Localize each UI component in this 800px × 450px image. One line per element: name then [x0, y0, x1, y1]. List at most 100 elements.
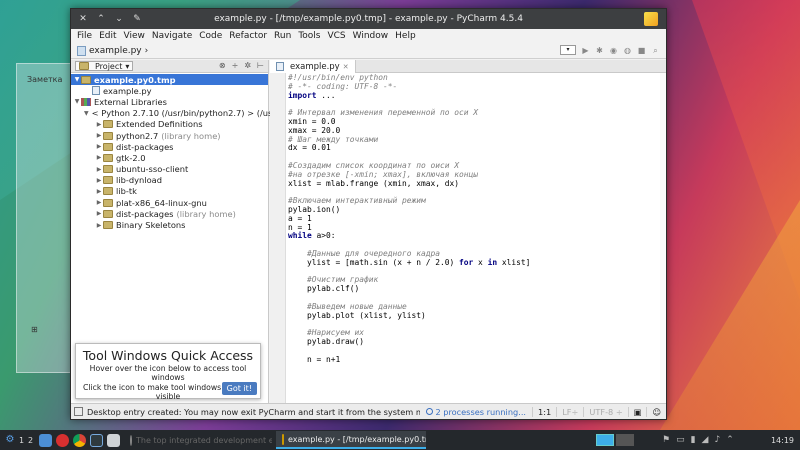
tool-windows-icon[interactable] — [74, 407, 83, 416]
chevron-up-icon[interactable]: ⌃ — [726, 435, 734, 445]
inspector-icon[interactable]: ☺ — [646, 406, 666, 417]
menu-code[interactable]: Code — [199, 31, 222, 41]
pager-desktop-1[interactable] — [596, 434, 614, 446]
tree-item[interactable]: ▶ dist-packages (library home) — [71, 208, 268, 219]
caret-position[interactable]: 1:1 — [532, 406, 556, 417]
clock[interactable]: 14:19 — [771, 436, 794, 445]
close-icon[interactable]: ✕ — [77, 13, 89, 25]
sync-icon[interactable]: ⊗ — [219, 61, 226, 70]
mail-icon[interactable] — [39, 433, 52, 447]
collapse-icon[interactable]: ÷ — [232, 61, 239, 70]
expand-arrow-icon[interactable]: ▼ — [73, 98, 81, 105]
profile-icon[interactable]: ◍ — [623, 46, 632, 55]
close-icon[interactable]: ✕ — [343, 63, 349, 71]
tree-item[interactable]: ▼ example.py0.tmp — [71, 74, 268, 86]
pager-desktop-2[interactable] — [616, 434, 634, 446]
desktop-note-widget[interactable]: Заметка ⊞ — [16, 63, 76, 373]
volume-icon[interactable]: ♪ — [714, 435, 720, 445]
menu-help[interactable]: Help — [395, 31, 416, 41]
processes-indicator[interactable]: 2 processes running... — [426, 407, 526, 417]
status-message[interactable]: Desktop entry created: You may now exit … — [87, 407, 420, 417]
kde-launcher-icon[interactable]: ⚙ — [3, 433, 17, 447]
search-icon[interactable]: ⌕ — [651, 46, 660, 55]
expand-arrow-icon[interactable]: ▶ — [95, 222, 103, 229]
wallpaper-shard — [660, 200, 800, 430]
tree-item-label: gtk-2.0 — [116, 152, 146, 163]
debug-icon[interactable]: ✱ — [595, 46, 604, 55]
tree-item[interactable]: ▶ ubuntu-sso-client — [71, 164, 268, 175]
project-tree: ▼ example.py0.tmp example.py ▼ External Libr… — [71, 73, 272, 231]
tree-item[interactable]: ▶ python2.7 (library home) — [71, 130, 268, 141]
code-area[interactable]: #!/usr/bin/env python # -*- coding: UTF-8… — [288, 73, 662, 364]
tree-item[interactable]: ▶ plat-x86_64-linux-gnu — [71, 197, 268, 208]
expand-arrow-icon[interactable]: ▶ — [95, 177, 103, 184]
menu-refactor[interactable]: Refactor — [229, 31, 267, 41]
display-icon[interactable]: ▭ — [676, 435, 685, 445]
tab-example-py[interactable]: example.py ✕ — [270, 60, 356, 73]
file-encoding[interactable]: UTF-8 ÷ — [583, 406, 627, 417]
menubar: File Edit View Navigate Code Refactor Run Tools… — [71, 29, 666, 43]
chevron-down-icon[interactable]: ⌄ — [113, 13, 125, 25]
breadcrumb[interactable]: example.py › — [77, 45, 148, 56]
taskbar-task-browser[interactable]: The top integrated development envi — [124, 431, 272, 449]
menu-vcs[interactable]: VCS — [327, 31, 345, 41]
expand-arrow-icon[interactable]: ▶ — [95, 143, 103, 150]
stop-icon[interactable]: ■ — [637, 46, 646, 55]
tree-item[interactable]: example.py — [71, 85, 268, 96]
pycharm-logo-icon — [282, 433, 284, 445]
run-config-dropdown[interactable]: ▾ — [560, 45, 576, 55]
taskbar-task-pycharm[interactable]: example.py - [/tmp/example.py0.tmp] — [276, 431, 426, 449]
pycharm-icon[interactable] — [90, 433, 103, 447]
menu-run[interactable]: Run — [274, 31, 291, 41]
clipboard-icon[interactable] — [107, 433, 120, 447]
titlebar[interactable]: ✕ ⌃ ⌄ ✎ example.py - [/tmp/example.py0.t… — [71, 9, 666, 29]
battery-icon[interactable]: ▮ — [691, 435, 696, 445]
tree-item[interactable]: ▶ Binary Skeletons — [71, 219, 268, 230]
expand-arrow-icon[interactable]: ▶ — [95, 154, 103, 161]
run-icon[interactable]: ▶ — [581, 46, 590, 55]
expand-arrow-icon[interactable]: ▶ — [95, 188, 103, 195]
breadcrumb-file[interactable]: example.py — [89, 46, 142, 56]
desktop-2[interactable]: 2 — [26, 436, 35, 445]
gear-icon[interactable]: ✲ — [244, 61, 251, 70]
chevron-up-icon[interactable]: ⌃ — [95, 13, 107, 25]
expand-arrow-icon[interactable]: ▶ — [95, 132, 103, 139]
task-label: example.py - [/tmp/example.py0.tmp] — [288, 434, 426, 444]
hide-panel-icon[interactable]: ⊢ — [257, 61, 264, 70]
tree-item[interactable]: ▼ < Python 2.7.10 (/usr/bin/python2.7) > … — [71, 108, 272, 119]
expand-arrow-icon[interactable]: ▶ — [95, 121, 103, 128]
tree-item[interactable]: ▶ lib-dynload — [71, 175, 268, 186]
coverage-icon[interactable]: ◉ — [609, 46, 618, 55]
editor-scrollbar[interactable] — [660, 73, 666, 403]
tree-item[interactable]: ▶ lib-tk — [71, 186, 268, 197]
desktop-1[interactable]: 1 — [17, 436, 26, 445]
main-content: Project ▾ ⊗ ÷ ✲ ⊢ ▼ example.py0.tmp exampl… — [71, 60, 666, 403]
project-view-selector[interactable]: Project ▾ — [75, 61, 134, 71]
pin-icon[interactable]: ✎ — [131, 13, 143, 25]
lock-icon[interactable]: ▣ — [627, 406, 647, 417]
got-it-button[interactable]: Got it! — [221, 382, 257, 395]
opera-icon[interactable] — [56, 433, 69, 447]
tree-item[interactable]: ▶ dist-packages — [71, 141, 268, 152]
expand-arrow-icon[interactable]: ▼ — [73, 76, 81, 83]
tool-windows-quick-access-popup: Tool Windows Quick Access Hover over the… — [75, 343, 261, 401]
expand-arrow-icon[interactable]: ▶ — [95, 166, 103, 173]
menu-edit[interactable]: Edit — [99, 31, 116, 41]
menu-view[interactable]: View — [124, 31, 145, 41]
tree-item[interactable]: ▼ External Libraries — [71, 96, 268, 107]
folder-icon — [103, 142, 113, 151]
expand-arrow-icon[interactable]: ▼ — [84, 110, 89, 117]
expand-arrow-icon[interactable]: ▶ — [95, 199, 103, 206]
chrome-icon[interactable] — [73, 433, 86, 447]
menu-file[interactable]: File — [77, 31, 92, 41]
tree-item[interactable]: ▶ gtk-2.0 — [71, 152, 268, 163]
line-separator[interactable]: LF÷ — [556, 406, 583, 417]
code-line: import ... — [288, 90, 336, 100]
menu-window[interactable]: Window — [353, 31, 389, 41]
expand-arrow-icon[interactable]: ▶ — [95, 210, 103, 217]
network-icon[interactable]: ◢ — [702, 435, 709, 445]
menu-tools[interactable]: Tools — [298, 31, 320, 41]
menu-navigate[interactable]: Navigate — [152, 31, 192, 41]
keyboard-flag-icon[interactable]: ⚑ — [662, 435, 670, 445]
tree-item[interactable]: ▶ Extended Definitions — [71, 119, 268, 130]
